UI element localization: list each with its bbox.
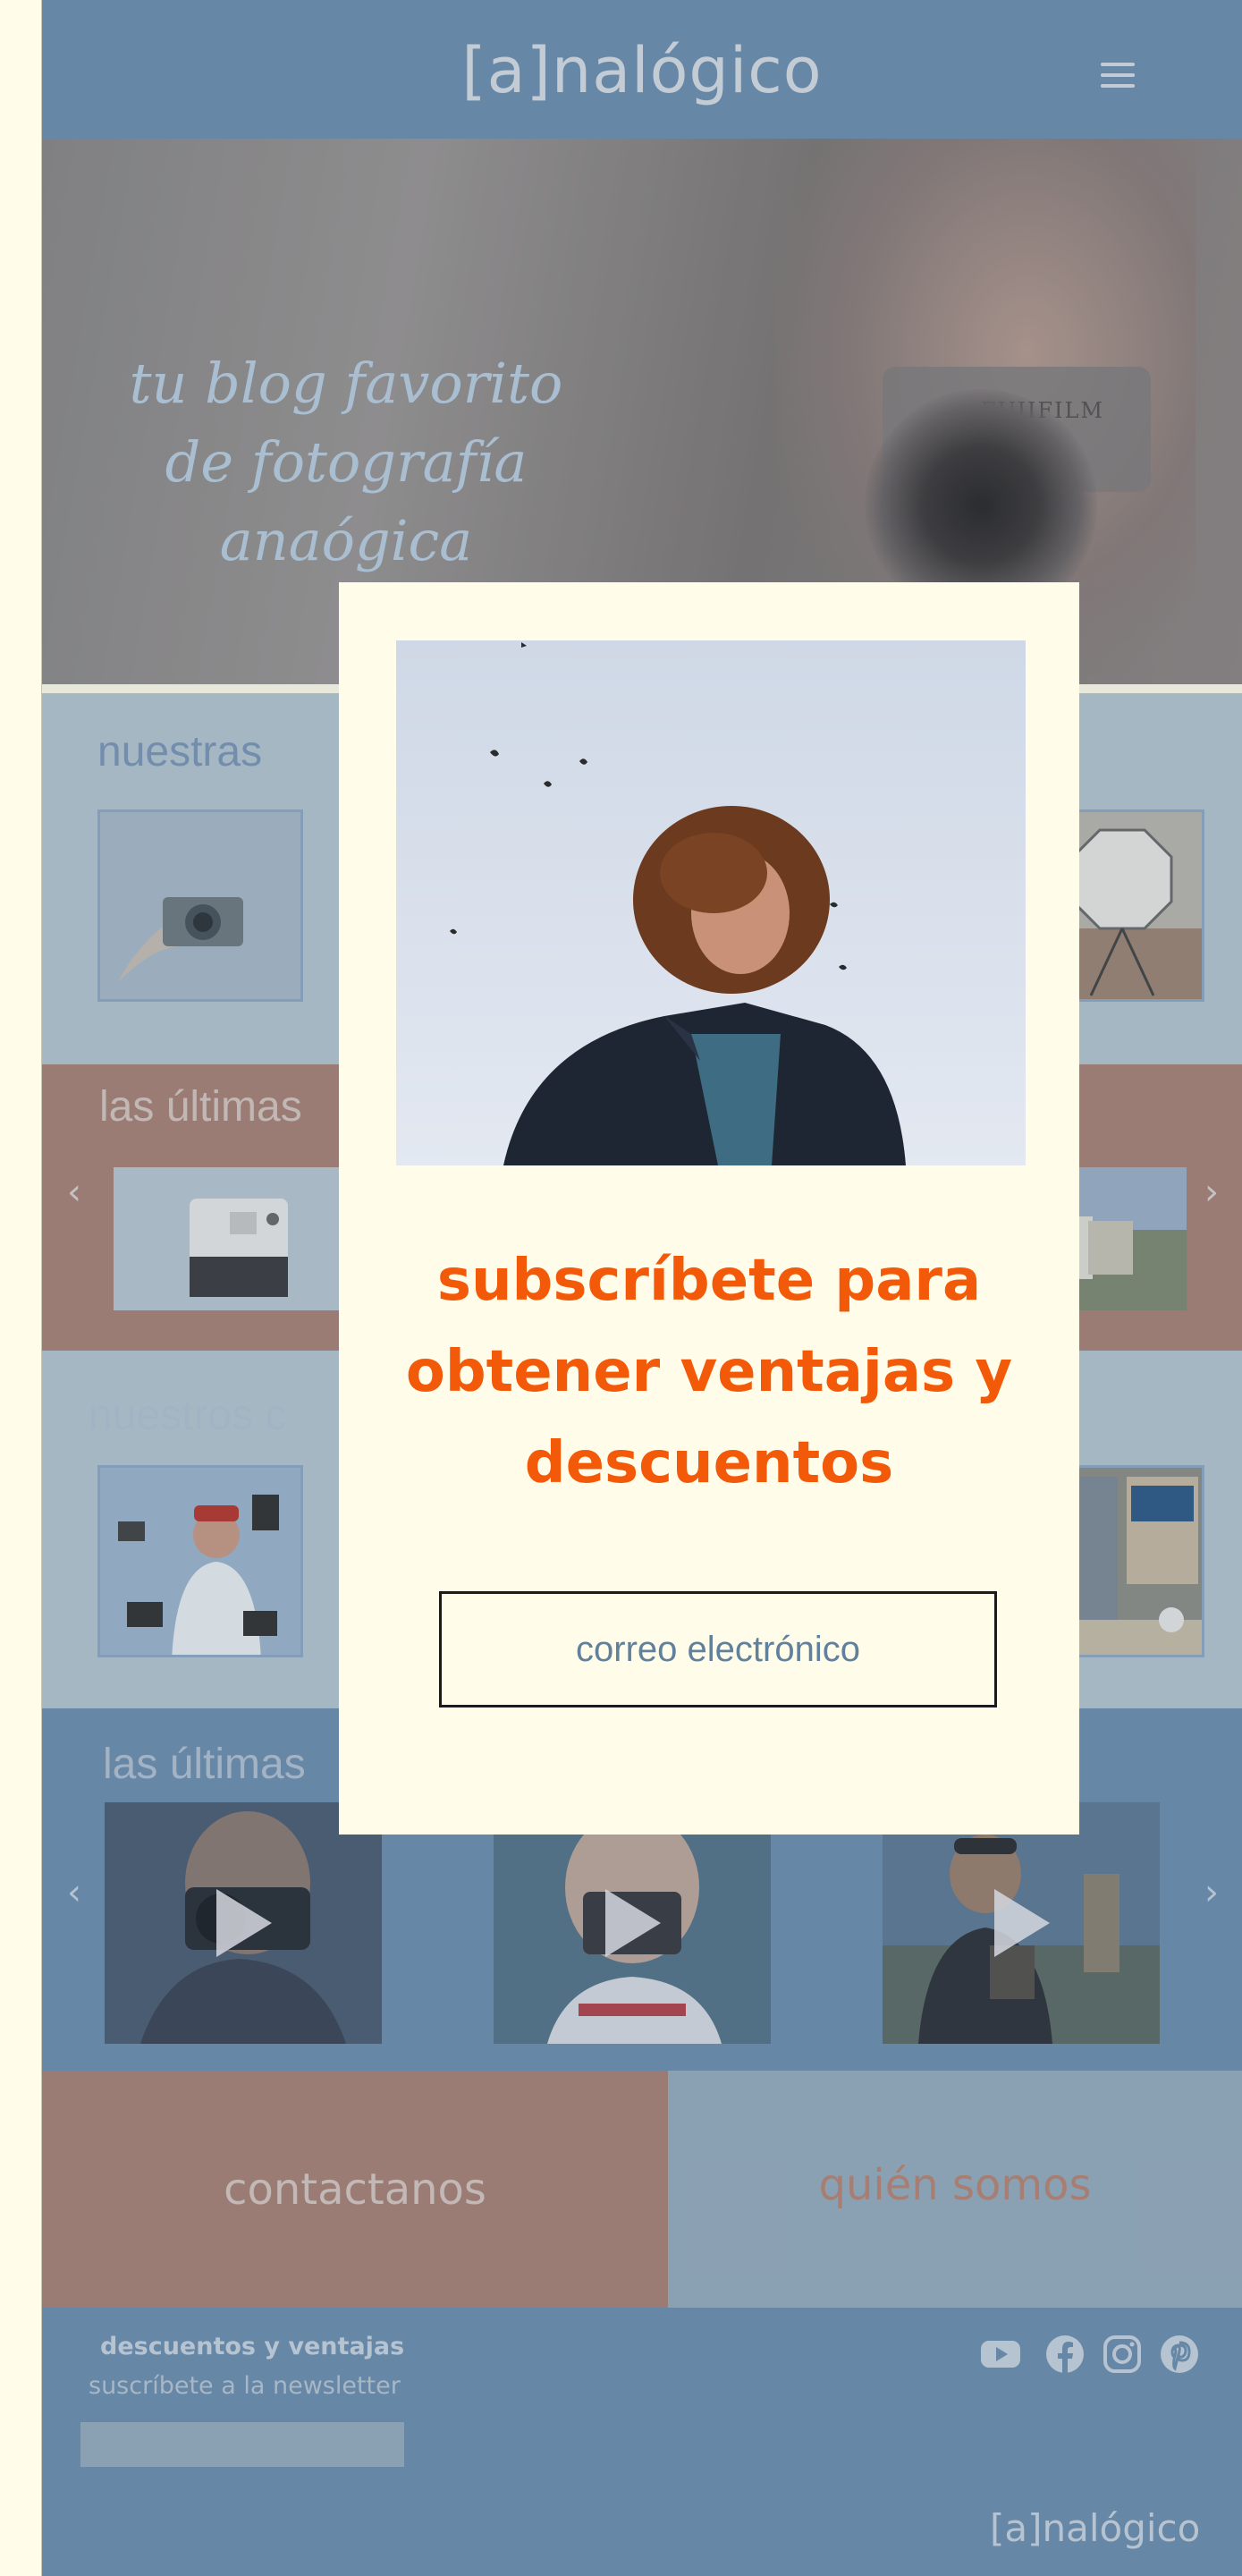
person-with-birds-photo <box>396 640 1026 1165</box>
email-field[interactable]: correo electrónico <box>439 1591 997 1707</box>
left-strip <box>0 0 42 2576</box>
page: [a]nalógico FUJIFILM tu blog favorito de… <box>42 0 1242 2576</box>
modal-photo <box>396 640 1026 1165</box>
modal-title: subscríbete para obtener ventajas y desc… <box>405 1248 1013 1496</box>
newsletter-modal: subscríbete para obtener ventajas y desc… <box>339 582 1079 1835</box>
